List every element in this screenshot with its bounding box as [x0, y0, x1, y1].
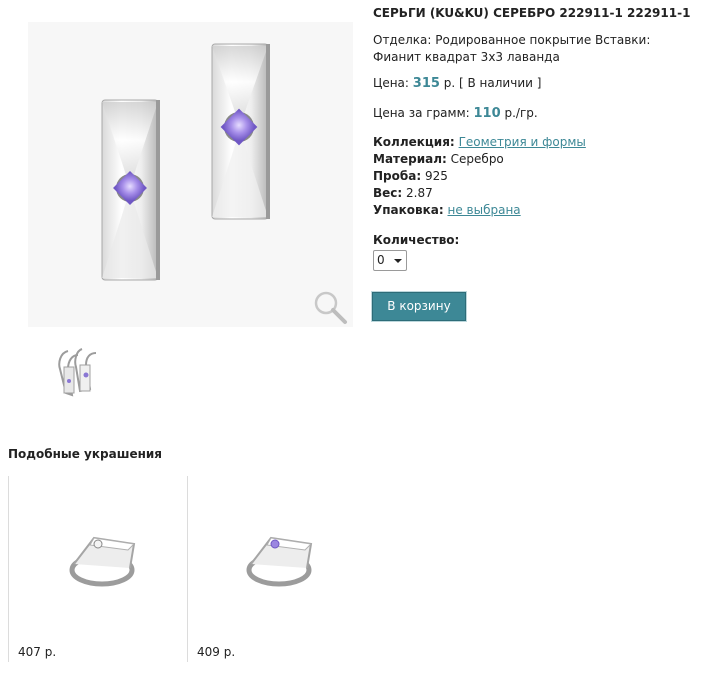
- price-label: Цена:: [373, 76, 409, 90]
- spec-probe: Проба: 925: [373, 168, 448, 185]
- spec-weight: Вес: 2.87: [373, 185, 433, 202]
- price-per-gram-line: Цена за грамм: 110 р./гр.: [373, 105, 693, 122]
- weight-value: 2.87: [406, 186, 433, 200]
- material-label: Материал:: [373, 152, 447, 166]
- similar-item-price: 409 р.: [197, 645, 236, 659]
- card-divider: [8, 476, 9, 662]
- packaging-link[interactable]: не выбрана: [448, 203, 521, 217]
- earring-thumbnail-image: [58, 348, 97, 397]
- product-main-image[interactable]: [28, 22, 353, 327]
- similar-heading: Подобные украшения: [8, 447, 163, 461]
- quantity-value: 0: [377, 253, 385, 267]
- similar-item[interactable]: 409 р.: [191, 476, 363, 662]
- product-title: СЕРЬГИ (KU&KU) СЕРЕБРО 222911-1 222911-1: [373, 6, 691, 20]
- product-finish: Отделка: Родированное покрытие Вставки: …: [373, 33, 651, 64]
- zoom-magnifier-icon[interactable]: [312, 290, 350, 326]
- weight-label: Вес:: [373, 186, 403, 200]
- card-divider: [187, 476, 188, 662]
- price-line: Цена: 315 р. [ В наличии ]: [373, 75, 693, 92]
- probe-label: Проба:: [373, 169, 422, 183]
- quantity-select[interactable]: 0: [373, 250, 407, 271]
- price-unit: р.: [443, 76, 456, 90]
- availability-status: [ В наличии ]: [459, 76, 542, 90]
- earrings-image: [101, 43, 270, 281]
- ring-image[interactable]: [64, 528, 146, 590]
- product-thumbnail[interactable]: [50, 343, 110, 405]
- packaging-label: Упаковка:: [373, 203, 444, 217]
- ring-image[interactable]: [241, 528, 323, 590]
- spec-collection: Коллекция: Геометрия и формы: [373, 134, 586, 151]
- collection-label: Коллекция:: [373, 135, 455, 149]
- collection-link[interactable]: Геометрия и формы: [459, 135, 586, 149]
- similar-item-price: 407 р.: [18, 645, 57, 659]
- price-per-gram-value: 110: [473, 106, 501, 121]
- probe-value: 925: [424, 169, 448, 183]
- add-to-cart-button[interactable]: В корзину: [371, 291, 467, 322]
- material-value: Серебро: [450, 152, 504, 166]
- price-per-gram-unit: р./гр.: [504, 106, 538, 120]
- spec-material: Материал: Серебро: [373, 151, 504, 168]
- spec-packaging: Упаковка: не выбрана: [373, 202, 521, 219]
- price-per-gram-label: Цена за грамм:: [373, 106, 470, 120]
- chevron-down-icon: [394, 259, 402, 263]
- quantity-label: Количество:: [373, 233, 460, 247]
- price-value: 315: [412, 76, 440, 91]
- similar-item[interactable]: 407 р.: [12, 476, 184, 662]
